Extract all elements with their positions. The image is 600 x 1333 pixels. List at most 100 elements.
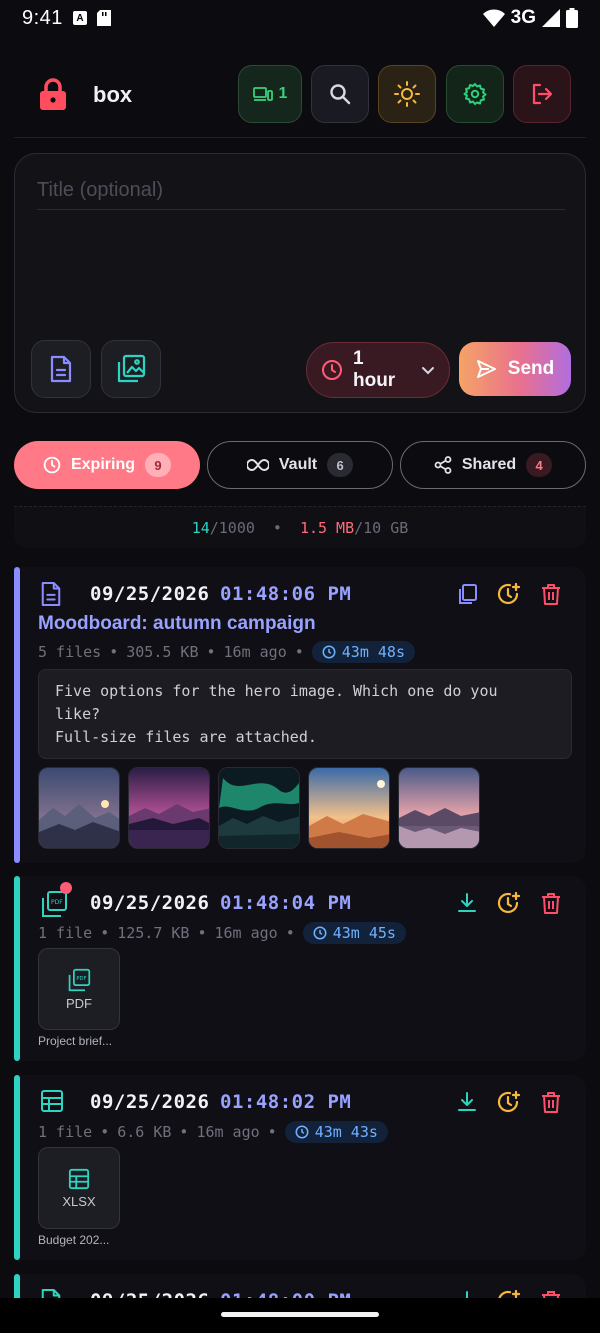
infinity-icon — [246, 458, 269, 472]
image-thumbnail[interactable] — [128, 767, 210, 849]
file-count: 1 file — [38, 924, 93, 942]
expiry-value: 1 hour — [352, 348, 396, 391]
pdf-file-icon: PDF — [42, 891, 67, 917]
card-time: 01:48:06 PM — [220, 583, 352, 605]
send-button[interactable]: Send — [459, 342, 571, 396]
storage-usage: 1.5 MB/10 GB — [300, 519, 408, 537]
status-time: 9:41 — [22, 6, 63, 29]
trash-icon — [542, 584, 560, 605]
file-size: 305.5 KB — [126, 643, 199, 661]
status-bar: 9:41 A 3G — [0, 0, 600, 36]
file-name: Project brief... — [38, 1034, 113, 1048]
image-thumbnail[interactable] — [398, 767, 480, 849]
search-icon — [330, 84, 351, 105]
tab-count-badge: 6 — [327, 453, 354, 477]
settings-button[interactable] — [446, 65, 504, 123]
clock-icon — [43, 456, 61, 474]
svg-text:PDF: PDF — [76, 976, 86, 982]
clock-icon — [295, 1125, 309, 1139]
remaining-time: 43m 43s — [314, 1123, 378, 1141]
meta-dot: • — [294, 643, 304, 661]
devices-icon — [252, 87, 273, 101]
download-button[interactable] — [454, 890, 480, 916]
trash-icon — [542, 893, 560, 914]
file-tile[interactable]: PDF PDF — [38, 948, 120, 1030]
card-time: 01:48:04 PM — [220, 892, 352, 914]
item-card[interactable]: PDF 09/25/2026 01:48:04 PM 1 file • 125.… — [14, 876, 586, 1061]
delete-button[interactable] — [538, 581, 564, 607]
clock-icon — [322, 645, 336, 659]
send-label: Send — [507, 358, 555, 379]
clock-plus-icon — [497, 1090, 521, 1113]
document-icon — [41, 581, 61, 607]
delete-button[interactable] — [538, 1089, 564, 1115]
lock-icon — [40, 78, 66, 110]
expiry-select[interactable]: 1 hour — [306, 342, 450, 398]
note-line: Full-size files are attached. — [55, 728, 317, 746]
file-size: 6.6 KB — [117, 1123, 172, 1141]
age: 16m ago — [196, 1123, 260, 1141]
remaining-time: 43m 45s — [332, 924, 396, 942]
card-time: 01:48:02 PM — [220, 1091, 352, 1113]
home-indicator[interactable] — [221, 1312, 379, 1317]
file-kind: XLSX — [62, 1193, 96, 1209]
item-card[interactable]: 09/25/2026 01:48:06 PM Moodboard: autumn… — [14, 567, 586, 863]
card-actions — [454, 581, 564, 607]
extend-time-button[interactable] — [496, 1089, 522, 1115]
unread-dot — [60, 882, 72, 894]
meta-dot: • — [179, 1123, 189, 1141]
tab-vault[interactable]: Vault 6 — [207, 441, 393, 489]
extend-time-button[interactable] — [496, 890, 522, 916]
age: 16m ago — [223, 643, 287, 661]
clock-icon — [313, 926, 327, 940]
item-card[interactable]: 09/25/2026 01:48:02 PM 1 file • 6.6 KB •… — [14, 1075, 586, 1260]
signal-icon — [542, 9, 560, 27]
attach-file-button[interactable] — [31, 340, 91, 398]
header-divider — [14, 137, 586, 138]
image-thumbnail[interactable] — [38, 767, 120, 849]
attach-image-button[interactable] — [101, 340, 161, 398]
file-count: 1 file — [38, 1123, 93, 1141]
search-button[interactable] — [311, 65, 369, 123]
devices-count: 1 — [278, 85, 288, 102]
theme-toggle-button[interactable] — [378, 65, 436, 123]
image-thumbnail[interactable] — [218, 767, 300, 849]
pdf-file-icon: PDF — [68, 968, 91, 991]
time-remaining-badge: 43m 43s — [284, 1121, 388, 1143]
file-kind: PDF — [66, 995, 92, 1011]
card-date: 09/25/2026 — [90, 583, 210, 605]
app-header: box 1 — [0, 60, 600, 130]
tab-expiring[interactable]: Expiring 9 — [14, 441, 200, 489]
file-tile[interactable]: XLSX — [38, 1147, 120, 1229]
storage-used: 1.5 MB — [299, 518, 355, 537]
tab-label: Shared — [461, 456, 517, 473]
download-button[interactable] — [454, 1089, 480, 1115]
delete-button[interactable] — [538, 890, 564, 916]
composer: 1 hour Send — [14, 153, 586, 413]
usage-stats: 14/1000 • 1.5 MB/10 GB — [14, 506, 586, 548]
image-thumbnail[interactable] — [308, 767, 390, 849]
meta-dot: • — [100, 924, 110, 942]
sun-icon — [394, 81, 420, 107]
card-meta: 1 file • 125.7 KB • 16m ago • 43m 45s — [38, 922, 406, 944]
meta-dot: • — [267, 1123, 277, 1141]
time-remaining-badge: 43m 48s — [311, 641, 415, 663]
clock-plus-icon — [497, 582, 521, 605]
logout-button[interactable] — [513, 65, 571, 123]
extend-time-button[interactable] — [496, 581, 522, 607]
card-accent-bar — [14, 876, 20, 1061]
wifi-icon — [482, 9, 505, 27]
devices-button[interactable]: 1 — [238, 65, 302, 123]
title-input[interactable] — [37, 172, 565, 210]
network-type: 3G — [510, 7, 536, 28]
items-limit: /1000 — [209, 518, 255, 537]
copy-icon — [459, 584, 477, 604]
tab-shared[interactable]: Shared 4 — [400, 441, 586, 489]
copy-button[interactable] — [454, 581, 480, 607]
card-accent-bar — [14, 567, 20, 863]
card-meta: 5 files • 305.5 KB • 16m ago • 43m 48s — [38, 641, 415, 663]
gear-icon — [463, 83, 487, 105]
app-brand: box — [93, 82, 133, 107]
card-title: Moodboard: autumn campaign — [38, 613, 316, 634]
items-used: 14 — [191, 518, 210, 537]
